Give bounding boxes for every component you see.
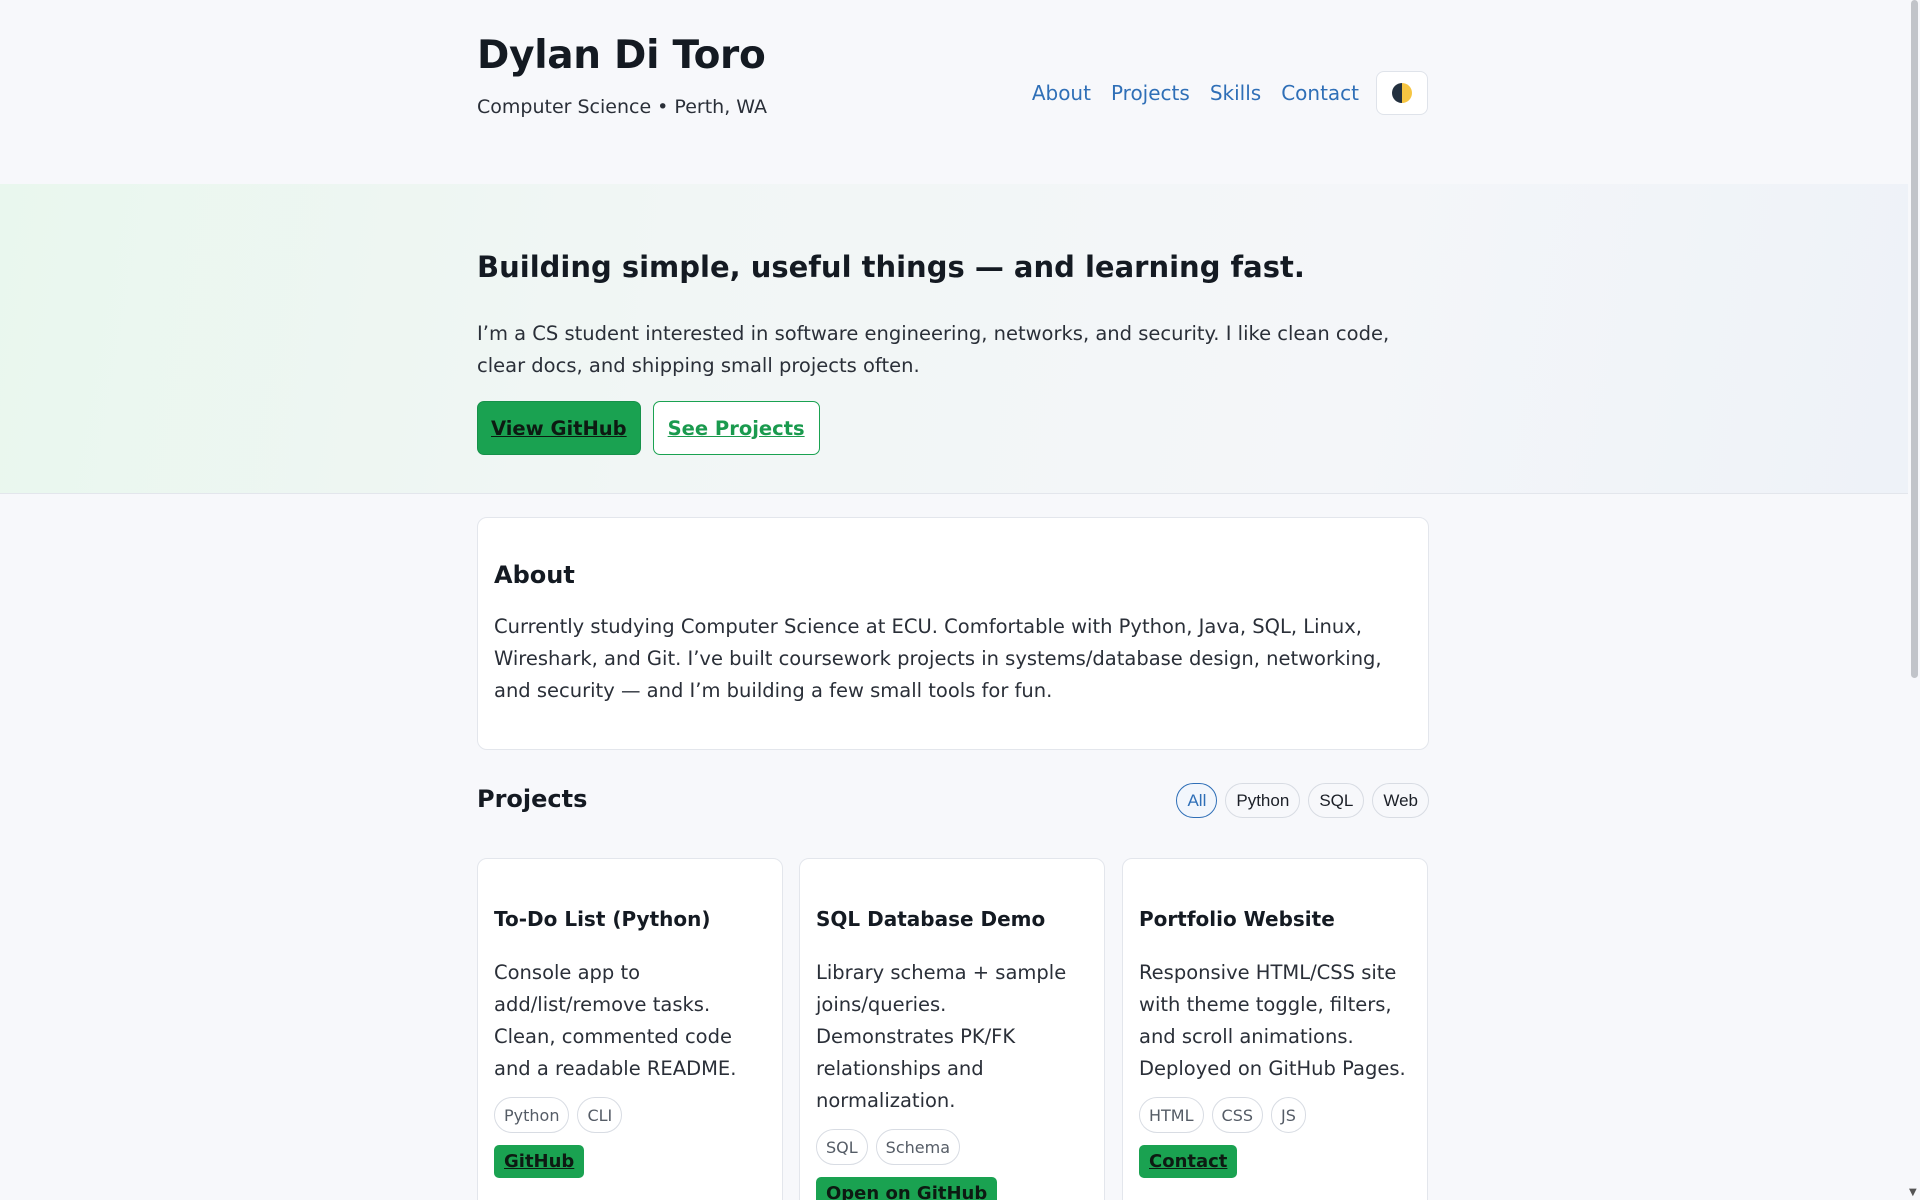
filter-all[interactable]: All (1176, 783, 1218, 818)
about-title: About (494, 561, 575, 589)
hero-title: Building simple, useful things — and lea… (477, 250, 1305, 284)
project-card: SQL Database Demo Library schema + sampl… (799, 858, 1105, 1200)
project-title: SQL Database Demo (816, 907, 1046, 931)
project-tag: CSS (1211, 1097, 1264, 1133)
theme-toggle-button[interactable] (1376, 71, 1428, 115)
filter-python[interactable]: Python (1225, 783, 1301, 818)
nav-skills[interactable]: Skills (1210, 81, 1261, 105)
project-github-button[interactable]: GitHub (494, 1145, 585, 1178)
main-nav: About Projects Skills Contact (1032, 71, 1428, 115)
project-tags: Python CLI (494, 1097, 766, 1133)
projects-title: Projects (477, 785, 588, 813)
filter-web[interactable]: Web (1372, 783, 1429, 818)
project-title: To-Do List (Python) (494, 907, 711, 931)
project-description: Library schema + sample joins/queries. D… (816, 961, 1067, 1112)
project-contact-button[interactable]: Contact (1139, 1145, 1238, 1178)
vertical-scrollbar[interactable]: ▼ (1908, 0, 1920, 1200)
project-tag: Python (494, 1097, 570, 1133)
site-header: Dylan Di Toro Computer Science • Perth, … (0, 0, 1908, 184)
filter-sql[interactable]: SQL (1308, 783, 1365, 818)
project-tag: HTML (1139, 1097, 1204, 1133)
about-card: About Currently studying Computer Scienc… (477, 517, 1429, 750)
brand: Dylan Di Toro Computer Science • Perth, … (477, 30, 767, 118)
page: Dylan Di Toro Computer Science • Perth, … (0, 0, 1908, 1200)
hero-buttons: View GitHub See Projects (477, 401, 820, 455)
hero-section: Building simple, useful things — and lea… (0, 184, 1908, 494)
projects-header: Projects All Python SQL Web (477, 783, 1429, 819)
project-tag: CLI (577, 1097, 623, 1133)
site-subtitle: Computer Science • Perth, WA (477, 96, 768, 118)
project-card: To-Do List (Python) Console app to add/l… (477, 858, 783, 1200)
project-tags: SQL Schema (816, 1129, 1088, 1165)
scroll-down-arrow-icon[interactable]: ▼ (1909, 1187, 1917, 1198)
project-open-github-button[interactable]: Open on GitHub (816, 1177, 998, 1200)
half-moon-theme-icon (1392, 83, 1412, 103)
project-title: Portfolio Website (1139, 907, 1335, 931)
nav-contact[interactable]: Contact (1281, 81, 1359, 105)
site-title: Dylan Di Toro (477, 33, 766, 78)
project-description: Responsive HTML/CSS site with theme togg… (1139, 961, 1406, 1080)
project-tag: SQL (816, 1129, 868, 1165)
project-card: Portfolio Website Responsive HTML/CSS si… (1122, 858, 1428, 1200)
project-tag: JS (1271, 1097, 1306, 1133)
nav-projects[interactable]: Projects (1111, 81, 1190, 105)
project-filters: All Python SQL Web (1176, 783, 1429, 818)
nav-about[interactable]: About (1032, 81, 1091, 105)
see-projects-button[interactable]: See Projects (652, 401, 820, 455)
view-github-button[interactable]: View GitHub (477, 401, 641, 455)
about-text: Currently studying Computer Science at E… (494, 615, 1382, 702)
hero-text: I’m a CS student interested in software … (477, 322, 1390, 377)
scrollbar-thumb[interactable] (1911, 0, 1918, 678)
project-tag: Schema (875, 1129, 960, 1165)
project-description: Console app to add/list/remove tasks. Cl… (494, 961, 737, 1080)
project-tags: HTML CSS JS (1139, 1097, 1411, 1133)
